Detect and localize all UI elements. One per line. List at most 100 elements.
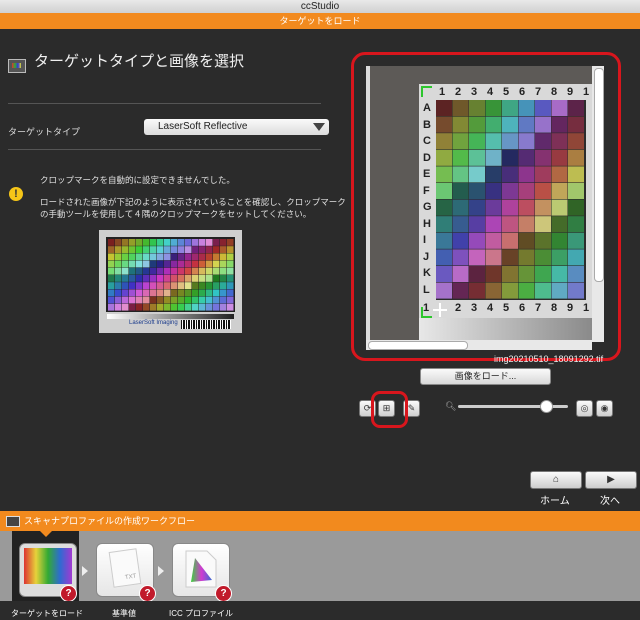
color-patch (213, 267, 220, 275)
warning-message: クロップマークを自動的に設定できませんでした。 (40, 175, 235, 185)
color-patch (185, 253, 192, 261)
zoom-actual-icon[interactable]: ◉ (596, 400, 613, 417)
color-patch (206, 275, 213, 282)
color-patch (206, 239, 213, 246)
color-patch (108, 296, 115, 304)
color-patch (150, 296, 157, 304)
color-patch (143, 253, 150, 261)
chevron-down-icon (313, 123, 325, 131)
color-patch (108, 275, 115, 282)
color-patch (171, 296, 178, 304)
load-image-button[interactable]: 画像をロード... (420, 368, 551, 385)
color-patch (108, 239, 115, 246)
color-patch (108, 260, 115, 268)
instruction-line-2: の手動ツールを使用して４隅のクロップマークをセットしてください。 (40, 209, 312, 219)
target-type-select[interactable]: LaserSoft Reflective (144, 119, 329, 135)
color-patch (178, 253, 185, 261)
color-patch (220, 303, 227, 311)
chevron-right-icon (158, 566, 164, 576)
step-label: 基準値 (112, 609, 136, 618)
color-patch (136, 275, 143, 282)
thumbnail-patches (108, 239, 234, 311)
color-patch (143, 260, 150, 268)
color-patch (136, 303, 143, 311)
color-patch (164, 282, 171, 289)
color-patch (220, 253, 227, 261)
color-patch (143, 239, 150, 246)
color-patch (227, 282, 234, 289)
next-arrow-icon: ▶ (607, 474, 615, 485)
color-patch (115, 275, 122, 282)
color-patch (171, 275, 178, 282)
status-badge: ? (139, 585, 156, 602)
color-patch (115, 296, 122, 304)
color-patch (129, 246, 136, 253)
color-patch (143, 246, 150, 253)
color-patch (150, 275, 157, 282)
thumbnail-chart (106, 237, 235, 312)
target-type-value: LaserSoft Reflective (158, 121, 248, 132)
color-patch (206, 289, 213, 297)
icc-profile-icon (185, 550, 217, 588)
home-button[interactable]: ⌂ (530, 471, 582, 489)
color-patch (115, 282, 122, 289)
color-patch (136, 246, 143, 253)
color-patch (164, 239, 171, 246)
color-patch (192, 267, 199, 275)
color-patch (136, 239, 143, 246)
color-patch (157, 260, 164, 268)
color-patch (150, 239, 157, 246)
color-patch (115, 253, 122, 261)
target-type-label: ターゲットタイプ (8, 127, 81, 137)
chevron-right-icon (82, 566, 88, 576)
color-patch (136, 253, 143, 261)
color-patch (129, 239, 136, 246)
home-icon: ⌂ (552, 474, 560, 485)
color-patch (213, 289, 220, 297)
color-patch (206, 260, 213, 268)
color-patch (185, 296, 192, 304)
color-patch (227, 303, 234, 311)
color-patch (136, 282, 143, 289)
color-patch (178, 260, 185, 268)
color-patch (157, 282, 164, 289)
color-patch (150, 260, 157, 268)
zoom-fit-icon[interactable]: ◎ (576, 400, 593, 417)
color-patch (178, 296, 185, 304)
color-patch (178, 289, 185, 297)
color-patch (108, 246, 115, 253)
color-patch (220, 260, 227, 268)
color-patch (171, 260, 178, 268)
color-patch (213, 296, 220, 304)
color-patch (178, 246, 185, 253)
color-patch (199, 289, 206, 297)
highlight-frame (351, 52, 621, 361)
color-patch (122, 303, 129, 311)
color-patch (171, 253, 178, 261)
color-patch (122, 289, 129, 297)
color-patch (220, 296, 227, 304)
step-title-bar: ターゲットをロード (0, 13, 640, 29)
color-patch (192, 246, 199, 253)
color-patch (129, 267, 136, 275)
color-patch (185, 239, 192, 246)
color-patch (178, 267, 185, 275)
color-patch (108, 267, 115, 275)
grayscale-strip (107, 314, 234, 319)
color-patch (192, 289, 199, 297)
color-patch (122, 296, 129, 304)
example-target-thumbnail: LaserSoft Imaging (99, 230, 242, 333)
color-patch (192, 282, 199, 289)
color-patch (157, 239, 164, 246)
color-patch (143, 303, 150, 311)
color-patch (164, 246, 171, 253)
color-patch (115, 260, 122, 268)
thumbnail-brand: LaserSoft Imaging (129, 320, 178, 326)
zoom-slider-handle[interactable] (540, 400, 553, 413)
next-button[interactable]: ▶ (585, 471, 637, 489)
color-patch (157, 246, 164, 253)
color-patch (185, 267, 192, 275)
color-patch (150, 246, 157, 253)
color-patch (220, 282, 227, 289)
color-patch (171, 289, 178, 297)
